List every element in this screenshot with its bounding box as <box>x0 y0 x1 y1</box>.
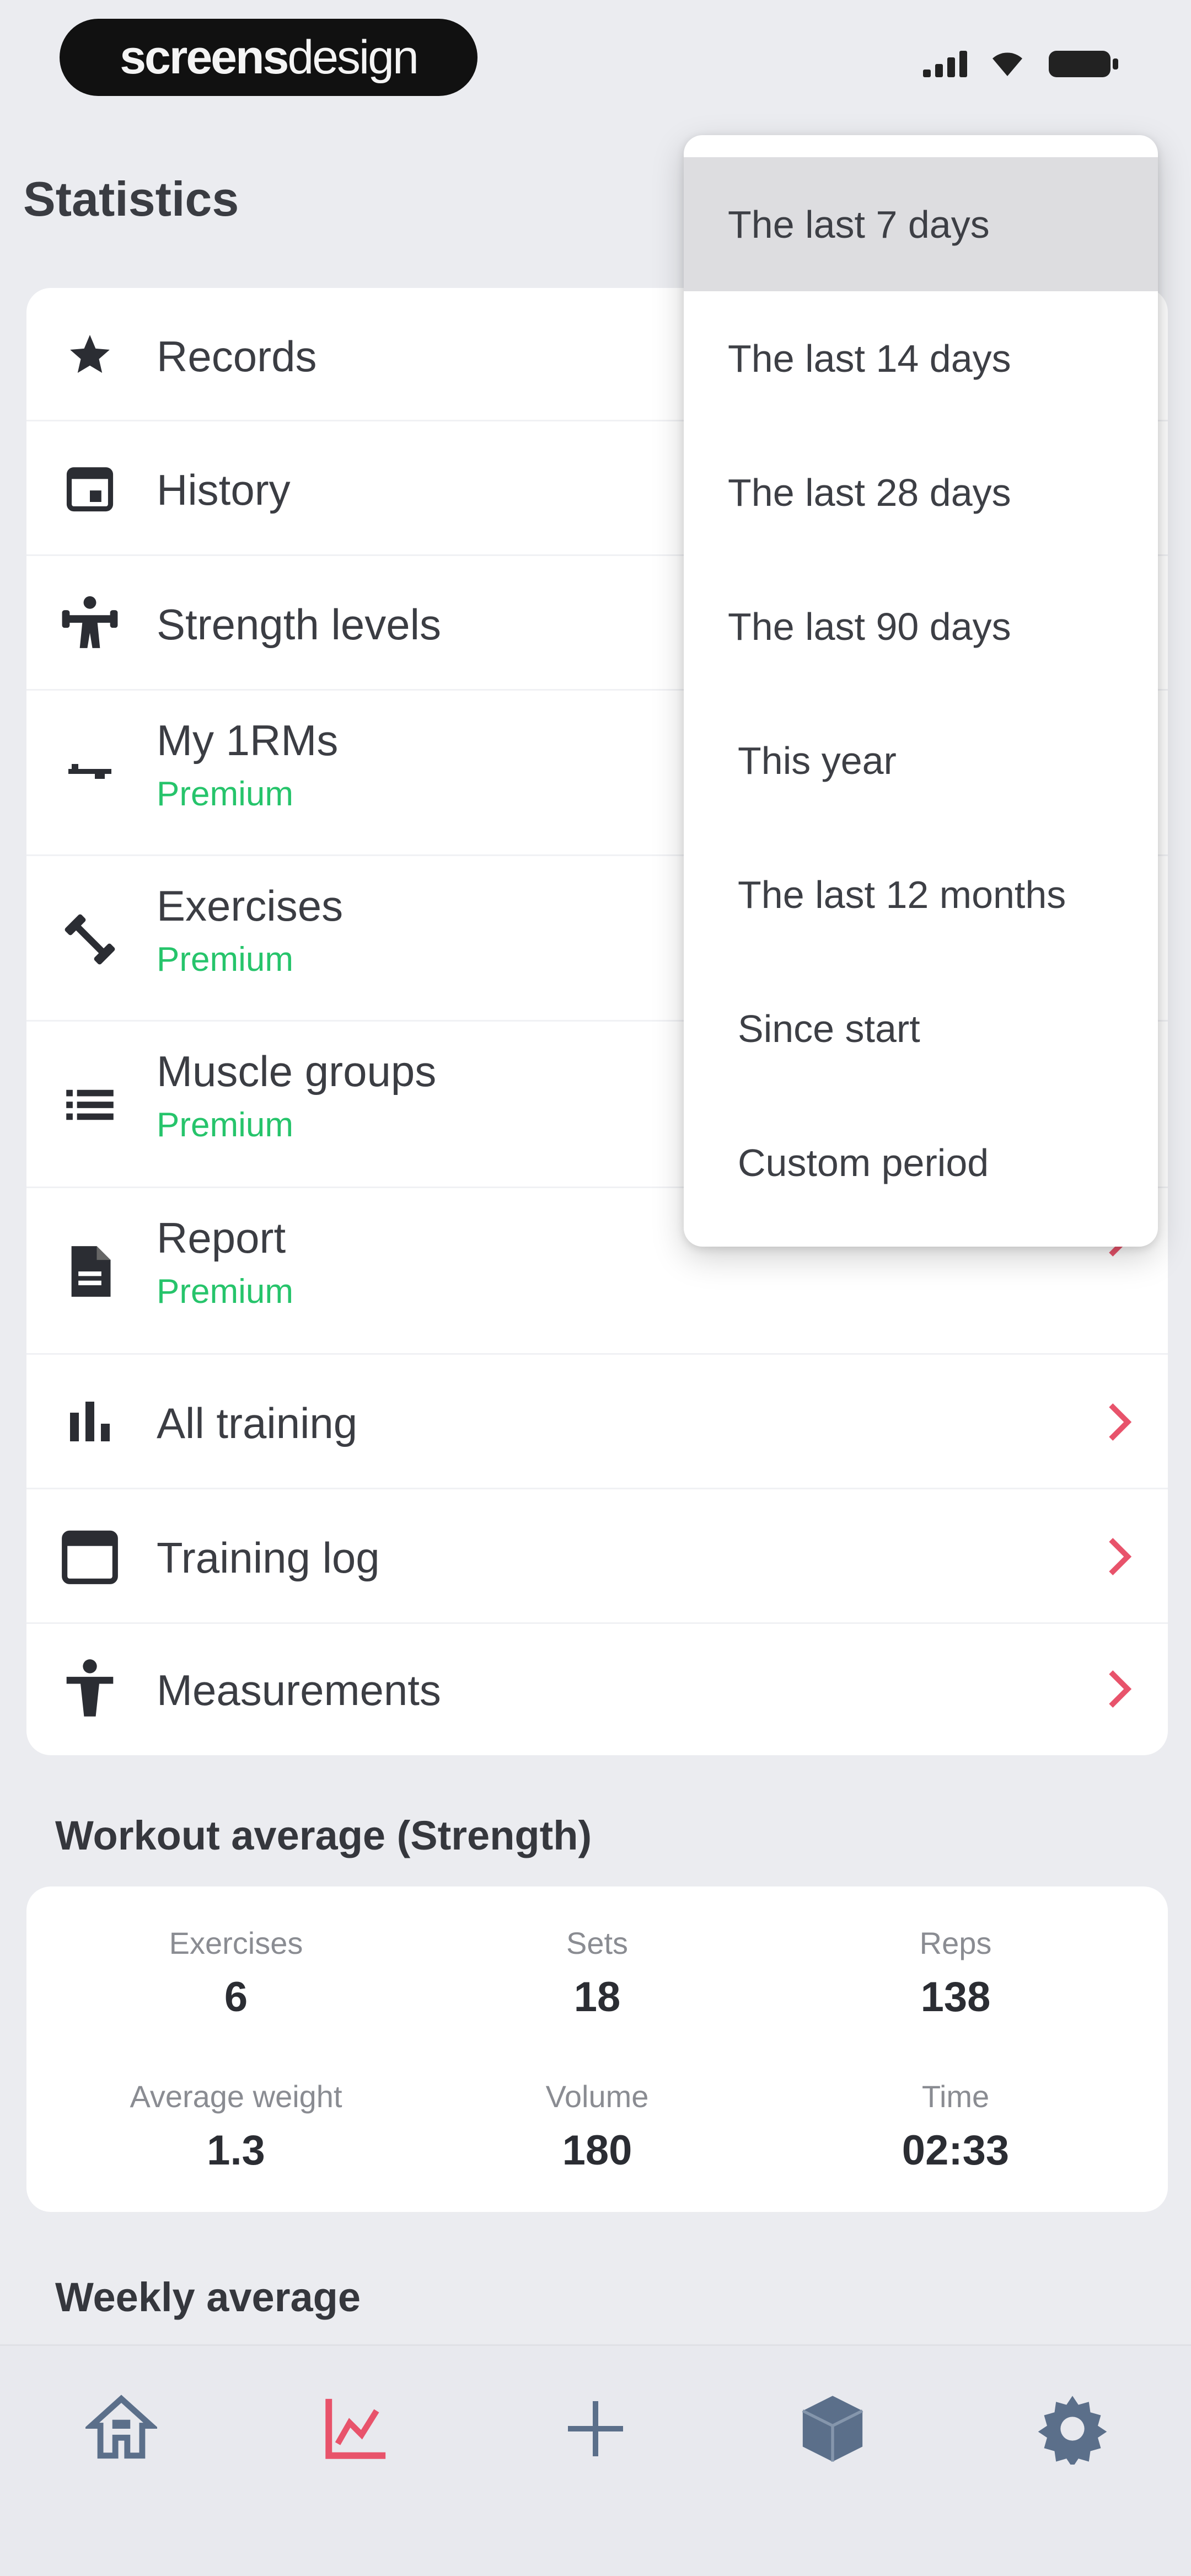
bar-chart-icon <box>60 1391 120 1452</box>
stat-value: 138 <box>920 1974 991 2021</box>
stat-label: Sets <box>566 1926 629 1960</box>
menu-label: Strength levels <box>157 600 441 649</box>
option-this-year[interactable]: This year <box>684 693 1158 827</box>
battery-icon <box>1049 51 1118 77</box>
premium-badge: Premium <box>157 1272 294 1311</box>
menu-label: My 1RMs <box>157 716 339 765</box>
stat-label: Time <box>921 2079 990 2114</box>
stat-value: 1.3 <box>207 2127 265 2174</box>
nav-programs[interactable] <box>788 2385 877 2473</box>
stat-value: 6 <box>224 1974 248 2021</box>
option-last-12-months[interactable]: The last 12 months <box>684 827 1158 961</box>
menu-label: Measurements <box>157 1666 441 1714</box>
brand-bold: screens <box>120 30 289 84</box>
menu-label: All training <box>157 1399 358 1447</box>
weekly-average-title: Weekly average <box>55 2274 361 2320</box>
plus-icon <box>568 2401 623 2456</box>
brand-logo: screens design <box>60 19 478 96</box>
option-last-14-days[interactable]: The last 14 days <box>684 291 1158 425</box>
chevron-right-icon <box>1104 1667 1135 1711</box>
menu-item-all-training[interactable]: All training <box>26 1355 1168 1489</box>
stat-average-weight: Average weight 1.3 <box>82 2078 390 2174</box>
premium-badge: Premium <box>157 940 294 979</box>
option-last-7-days[interactable]: The last 7 days <box>684 157 1158 291</box>
stat-label: Volume <box>545 2079 649 2114</box>
calendar-event-icon <box>60 458 120 519</box>
brand-light: design <box>287 30 419 84</box>
workout-average-title: Workout average (Strength) <box>55 1813 592 1858</box>
nav-home[interactable] <box>77 2385 165 2473</box>
nav-statistics[interactable] <box>312 2385 400 2473</box>
calendar-icon <box>60 1526 120 1586</box>
workout-average-card: Exercises 6 Sets 18 Reps 138 Average wei… <box>26 1886 1168 2212</box>
stat-sets: Sets 18 <box>443 1925 752 2021</box>
stat-label: Exercises <box>169 1926 303 1960</box>
stat-reps: Reps 138 <box>801 1925 1110 2021</box>
person-icon <box>60 1658 120 1719</box>
dumbbell-icon <box>60 909 120 970</box>
menu-label: History <box>157 466 291 514</box>
menu-label: Records <box>157 332 317 381</box>
menu-item-training-log[interactable]: Training log <box>26 1489 1168 1624</box>
document-icon <box>60 1241 120 1302</box>
premium-badge: Premium <box>157 1105 294 1144</box>
stat-label: Reps <box>919 1926 992 1960</box>
bottom-navigation <box>0 2344 1191 2576</box>
menu-label: Muscle groups <box>157 1047 437 1095</box>
strength-figure-icon <box>60 592 120 653</box>
app: screens design Statistics Records Histor… <box>0 0 1191 2576</box>
option-since-start[interactable]: Since start <box>684 961 1158 1095</box>
wifi-icon <box>993 52 1022 76</box>
option-last-28-days[interactable]: The last 28 days <box>684 425 1158 559</box>
signal-icon <box>923 51 967 77</box>
list-icon <box>60 1075 120 1135</box>
premium-badge: Premium <box>157 774 294 813</box>
menu-label: Report <box>157 1214 286 1262</box>
stat-value: 180 <box>562 2127 632 2174</box>
menu-label: Exercises <box>157 881 344 930</box>
chart-icon <box>325 2398 386 2459</box>
nav-add[interactable] <box>551 2385 640 2473</box>
stat-label: Average weight <box>130 2079 342 2114</box>
chevron-right-icon <box>1104 1535 1135 1579</box>
cube-icon <box>802 2396 863 2462</box>
stat-time: Time 02:33 <box>801 2078 1110 2174</box>
option-custom-period[interactable]: Custom period <box>684 1095 1158 1230</box>
barbell-icon <box>60 744 120 804</box>
status-icons <box>923 49 1119 79</box>
home-icon <box>85 2395 157 2459</box>
option-last-90-days[interactable]: The last 90 days <box>684 559 1158 693</box>
chevron-right-icon <box>1104 1400 1135 1444</box>
menu-label: Training log <box>157 1533 380 1582</box>
status-bar: screens design <box>0 0 1191 127</box>
period-dropdown: The last 7 days The last 14 days The las… <box>684 135 1158 1247</box>
page-title: Statistics <box>23 172 239 226</box>
stat-value: 18 <box>573 1974 621 2021</box>
stat-value: 02:33 <box>902 2127 1010 2174</box>
stat-exercises: Exercises 6 <box>82 1925 390 2021</box>
nav-settings[interactable] <box>1028 2385 1117 2473</box>
gear-icon <box>1038 2396 1107 2465</box>
star-icon <box>60 324 120 385</box>
stat-volume: Volume 180 <box>443 2078 752 2174</box>
menu-item-measurements[interactable]: Measurements <box>26 1624 1168 1755</box>
